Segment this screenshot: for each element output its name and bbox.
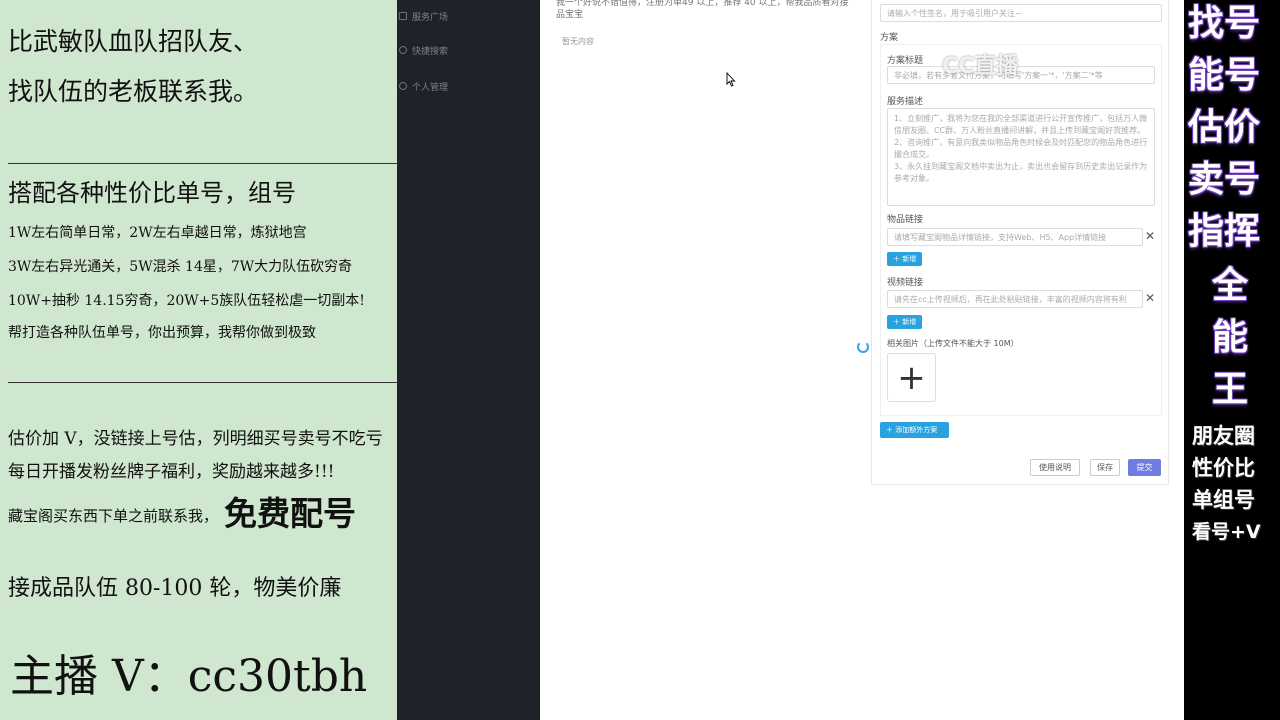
plan-title-input[interactable]: 非必填，若有多套文付方案，可填写'方案一'*，'方案二'*等 <box>887 66 1155 84</box>
plus-icon: ＋ <box>886 426 896 434</box>
overlay-small-text: 看号+V <box>1192 521 1261 543</box>
image-upload-label: 相关图片（上传文件不能大于 10M） <box>887 339 1019 348</box>
add-video-link-label: 新增 <box>902 318 917 326</box>
cc-live-watermark: CC直播 <box>942 54 1019 79</box>
item-link-input[interactable]: 请填写藏宝阁物品详情链接，支持Web、H5、App详情链接 <box>887 228 1143 246</box>
sidebar-item-label: 服务广场 <box>412 12 449 23</box>
overlay-para-2: 每日开播发粉丝牌子福利，奖励越来越多!!! <box>8 462 335 482</box>
add-item-link-label: 新增 <box>902 255 917 263</box>
plan-title-label: 方案标题 <box>887 56 924 66</box>
overlay-bullet-1: 1W左右简单日常，2W左右卓越日常，炼狱地宫 <box>8 225 307 241</box>
add-extra-plan-label: 添加额外方案 <box>895 426 938 434</box>
help-button[interactable]: 使用说明 <box>1030 459 1080 476</box>
overlay-big-text: 能 <box>1212 317 1249 358</box>
overlay-free-match: 免费配号 <box>224 494 356 533</box>
submit-button[interactable]: 提交 <box>1128 459 1161 476</box>
overlay-small-text: 单组号 <box>1192 488 1255 512</box>
description-text: 我一个好说不错值得，注册为单49 以上，推荐 40 以上，帮我品质看对接品宝宝 <box>556 0 849 20</box>
stream-overlay-left: 比武敏队血队招队友、 找队伍的老板联系我。 搭配各种性价比单号，组号 1W左右简… <box>0 0 397 720</box>
overlay-big-text: 找号 <box>1188 3 1261 44</box>
overlay-line-1: 比武敏队血队招队友、 <box>8 27 259 56</box>
overlay-small-text: 性价比 <box>1192 456 1255 480</box>
app-sidebar: 服务广场 快捷搜索 个人管理 <box>397 0 540 720</box>
overlay-para-3: 藏宝阁买东西下单之前联系我， <box>8 507 219 525</box>
add-item-link-button[interactable]: ＋ 新增 <box>887 252 923 266</box>
stream-overlay-right: 找号 能号 估价 卖号 指挥 全 能 王 朋友圈 性价比 单组号 看号+V <box>1184 0 1280 720</box>
overlay-big-text: 指挥 <box>1188 211 1261 252</box>
add-video-link-button[interactable]: ＋ 新增 <box>887 315 923 329</box>
add-extra-plan-button[interactable]: ＋ 添加额外方案 <box>880 422 949 438</box>
grid-icon <box>399 12 407 20</box>
overlay-divider <box>8 382 397 383</box>
overlay-heading: 搭配各种性价比单号，组号 <box>8 179 296 207</box>
overlay-bullet-4: 帮打造各种队伍单号，你出预算，我帮你做到极致 <box>8 325 316 341</box>
empty-state-text: 暂无内容 <box>562 37 594 46</box>
plan-form-panel: 请输入个性签名，用于吸引用户关注~ 方案 方案标题 非必填，若有多套文付方案，可… <box>871 0 1169 485</box>
overlay-para-1: 估价加 V，没链接上号估，列明细买号卖号不吃亏 <box>8 429 383 449</box>
overlay-small-text: 朋友圈 <box>1192 424 1255 448</box>
video-link-label: 视频链接 <box>887 278 924 288</box>
plus-icon: ＋ <box>893 255 903 263</box>
plus-icon: ＋ <box>893 318 903 326</box>
overlay-bullet-2: 3W左右异光通关，5W混杀 14星，7W大力队伍砍穷奇 <box>8 259 353 275</box>
overlay-big-text: 卖号 <box>1188 159 1261 200</box>
overlay-divider <box>8 163 397 164</box>
overlay-anchor-contact: 主播 V：cc30tbh <box>10 651 368 702</box>
mouse-cursor-icon <box>726 72 736 87</box>
main-content: 我一个好说不错值得，注册为单49 以上，推荐 40 以上，帮我品质看对接品宝宝 … <box>540 0 1184 720</box>
user-icon <box>399 82 407 90</box>
save-button[interactable]: 保存 <box>1090 459 1120 476</box>
loading-spinner-icon <box>857 341 869 353</box>
overlay-para-4: 接成品队伍 80-100 轮，物美价廉 <box>8 576 342 601</box>
video-link-input[interactable]: 请先在cc上传视频后，再在此处粘贴链接，丰富的视频内容将有利 <box>887 290 1143 308</box>
search-icon <box>399 46 407 54</box>
overlay-bullet-3: 10W+抽秒 14.15穷奇，20W+5族队伍轻松虐一切副本! <box>8 293 365 309</box>
plus-icon: + <box>897 357 926 398</box>
plan-section-label: 方案 <box>880 33 899 43</box>
sidebar-item-label: 个人管理 <box>412 82 449 93</box>
sidebar-item-quick-search[interactable]: 快捷搜索 <box>397 40 540 60</box>
overlay-big-text: 能号 <box>1188 55 1261 96</box>
overlay-big-text: 全 <box>1212 265 1249 306</box>
sidebar-item-personal[interactable]: 个人管理 <box>397 76 540 96</box>
sidebar-item-label: 快捷搜索 <box>412 46 449 57</box>
service-desc-textarea[interactable]: 1、立刻推广，我将为您在我的全部渠道进行公开宣传推广，包括万人微信朋友圈、CC群… <box>887 108 1155 206</box>
item-link-label: 物品链接 <box>887 215 924 225</box>
service-desc-label: 服务描述 <box>887 97 924 107</box>
signature-input[interactable]: 请输入个性签名，用于吸引用户关注~ <box>880 4 1162 22</box>
overlay-line-2: 找队伍的老板联系我。 <box>8 77 259 106</box>
overlay-big-text: 王 <box>1212 369 1249 410</box>
sidebar-item-service-square[interactable]: 服务广场 <box>397 6 540 26</box>
remove-video-link-close-icon[interactable]: ✕ <box>1145 291 1155 305</box>
remove-item-link-close-icon[interactable]: ✕ <box>1145 229 1155 243</box>
overlay-big-text: 估价 <box>1188 107 1261 148</box>
image-upload-button[interactable]: + <box>887 353 936 402</box>
